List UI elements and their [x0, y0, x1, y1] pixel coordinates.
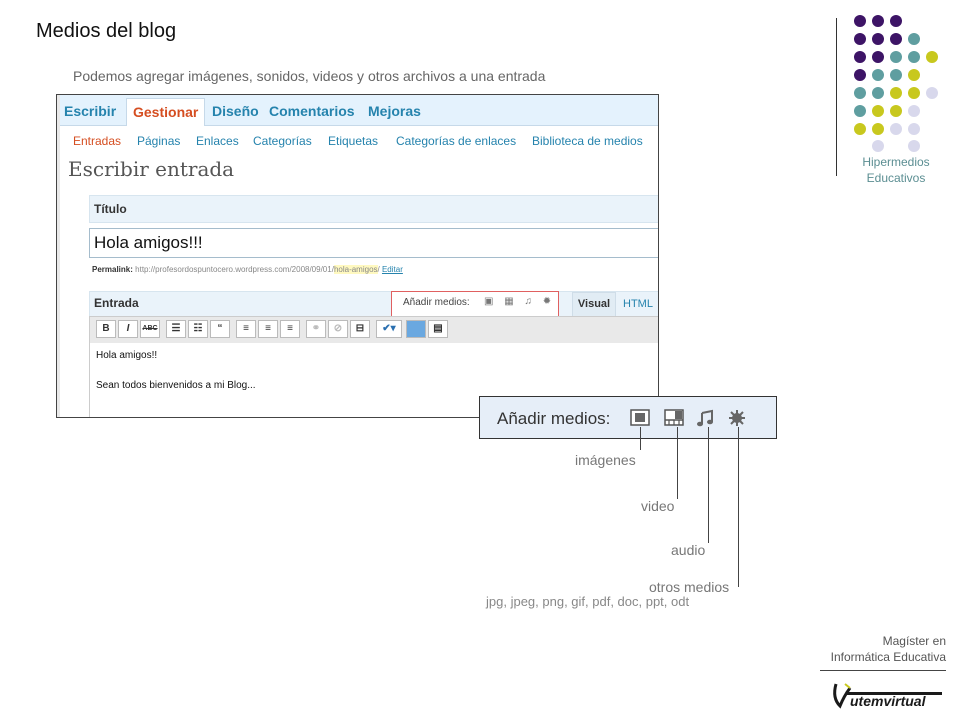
program-name: Magíster en Informática Educativa: [810, 633, 946, 665]
title-label: Título: [94, 202, 127, 216]
sub-tab-paginas[interactable]: Páginas: [137, 134, 180, 148]
entry-label: Entrada: [94, 296, 139, 310]
file-formats: jpg, jpeg, png, gif, pdf, doc, ppt, odt: [486, 594, 690, 609]
program-line-2: Informática Educativa: [830, 650, 946, 664]
page-heading: Escribir entrada: [68, 157, 235, 181]
align-left-button[interactable]: ≡: [236, 320, 256, 338]
brand-line-1: Hipermedios: [862, 155, 930, 169]
callout-other-media: otros medios: [649, 579, 730, 595]
leader-video: [677, 427, 678, 499]
program-line-1: Magíster en: [882, 634, 946, 648]
brand-line-2: Educativos: [866, 171, 926, 185]
fullscreen-icon[interactable]: [406, 320, 426, 338]
utem-virtual-logo: utemvirtual: [833, 683, 942, 709]
callout-video: video: [641, 498, 675, 514]
brand-dots-logo: [854, 15, 944, 155]
leader-other: [738, 427, 739, 587]
unlink-icon[interactable]: ⊘: [328, 320, 348, 338]
nav-tab-comentarios[interactable]: Comentarios: [269, 103, 355, 119]
blockquote-button[interactable]: “: [210, 320, 230, 338]
leader-audio: [708, 427, 709, 543]
callout-audio: audio: [671, 542, 706, 558]
admin-subnav: Entradas Páginas Enlaces Categorías Etiq…: [60, 126, 658, 156]
star-burst-icon[interactable]: [727, 409, 747, 427]
link-icon[interactable]: ⚭: [306, 320, 326, 338]
permalink-edit-link[interactable]: Editar: [382, 265, 403, 274]
title-value: Hola amigos!!!: [94, 233, 203, 252]
title-section: [89, 195, 658, 223]
align-right-button[interactable]: ≡: [280, 320, 300, 338]
nav-tab-diseno[interactable]: Diseño: [212, 103, 259, 119]
strikethrough-button[interactable]: ABC: [140, 320, 160, 338]
bullet-list-button[interactable]: ☰: [166, 320, 186, 338]
tab-visual[interactable]: Visual: [572, 292, 616, 317]
align-center-button[interactable]: ≡: [258, 320, 278, 338]
numbered-list-button[interactable]: ☷: [188, 320, 208, 338]
brand-divider: [836, 18, 837, 176]
tab-html[interactable]: HTML: [618, 293, 658, 315]
add-media-label: Añadir medios:: [403, 297, 470, 308]
add-media-icons[interactable]: ▣ ▦ ♫ ✹: [484, 296, 555, 307]
sub-tab-categorias[interactable]: Categorías: [253, 134, 312, 148]
leader-images: [640, 427, 641, 450]
callout-images: imágenes: [575, 452, 636, 468]
permalink-label: Permalink:: [92, 265, 133, 274]
nav-tab-mejoras[interactable]: Mejoras: [368, 103, 421, 119]
slide-title: Medios del blog: [36, 20, 177, 42]
brand-name: Hipermedios Educativos: [848, 154, 944, 186]
music-note-icon[interactable]: [696, 409, 716, 427]
italic-button[interactable]: I: [118, 320, 138, 338]
spellcheck-icon[interactable]: ✔▾: [376, 320, 402, 338]
svg-text:utemvirtual: utemvirtual: [850, 693, 927, 709]
add-media-zoom-label: Añadir medios:: [497, 409, 611, 428]
editor-line-2: Sean todos bienvenidos a mi Blog...: [96, 380, 256, 391]
nav-tab-escribir[interactable]: Escribir: [64, 103, 116, 119]
permalink-url: http://profesordospuntocero.wordpress.co…: [135, 265, 334, 274]
sub-tab-etiquetas[interactable]: Etiquetas: [328, 134, 378, 148]
video-icon[interactable]: [664, 409, 684, 427]
kitchen-sink-icon[interactable]: ▤: [428, 320, 448, 338]
editor-line-1: Hola amigos!!: [96, 350, 158, 361]
sub-tab-biblioteca-medios[interactable]: Biblioteca de medios: [532, 134, 643, 148]
bold-button[interactable]: B: [96, 320, 116, 338]
wordpress-editor-screenshot: Escribir Gestionar Diseño Comentarios Me…: [56, 94, 659, 418]
admin-nav: Escribir Gestionar Diseño Comentarios Me…: [60, 95, 658, 126]
slide-subtitle: Podemos agregar imágenes, sonidos, video…: [73, 68, 546, 84]
sub-tab-entradas[interactable]: Entradas: [73, 134, 121, 148]
nav-tab-gestionar[interactable]: Gestionar: [126, 98, 206, 126]
sub-tab-enlaces[interactable]: Enlaces: [196, 134, 239, 148]
program-divider: [820, 670, 946, 671]
image-icon[interactable]: [630, 409, 650, 427]
more-tag-icon[interactable]: ⊟: [350, 320, 370, 338]
sub-tab-categorias-enlaces[interactable]: Categorías de enlaces: [396, 134, 516, 148]
permalink-slug: hola-amigos: [333, 265, 378, 274]
permalink: Permalink: http://profesordospuntocero.w…: [92, 265, 403, 274]
